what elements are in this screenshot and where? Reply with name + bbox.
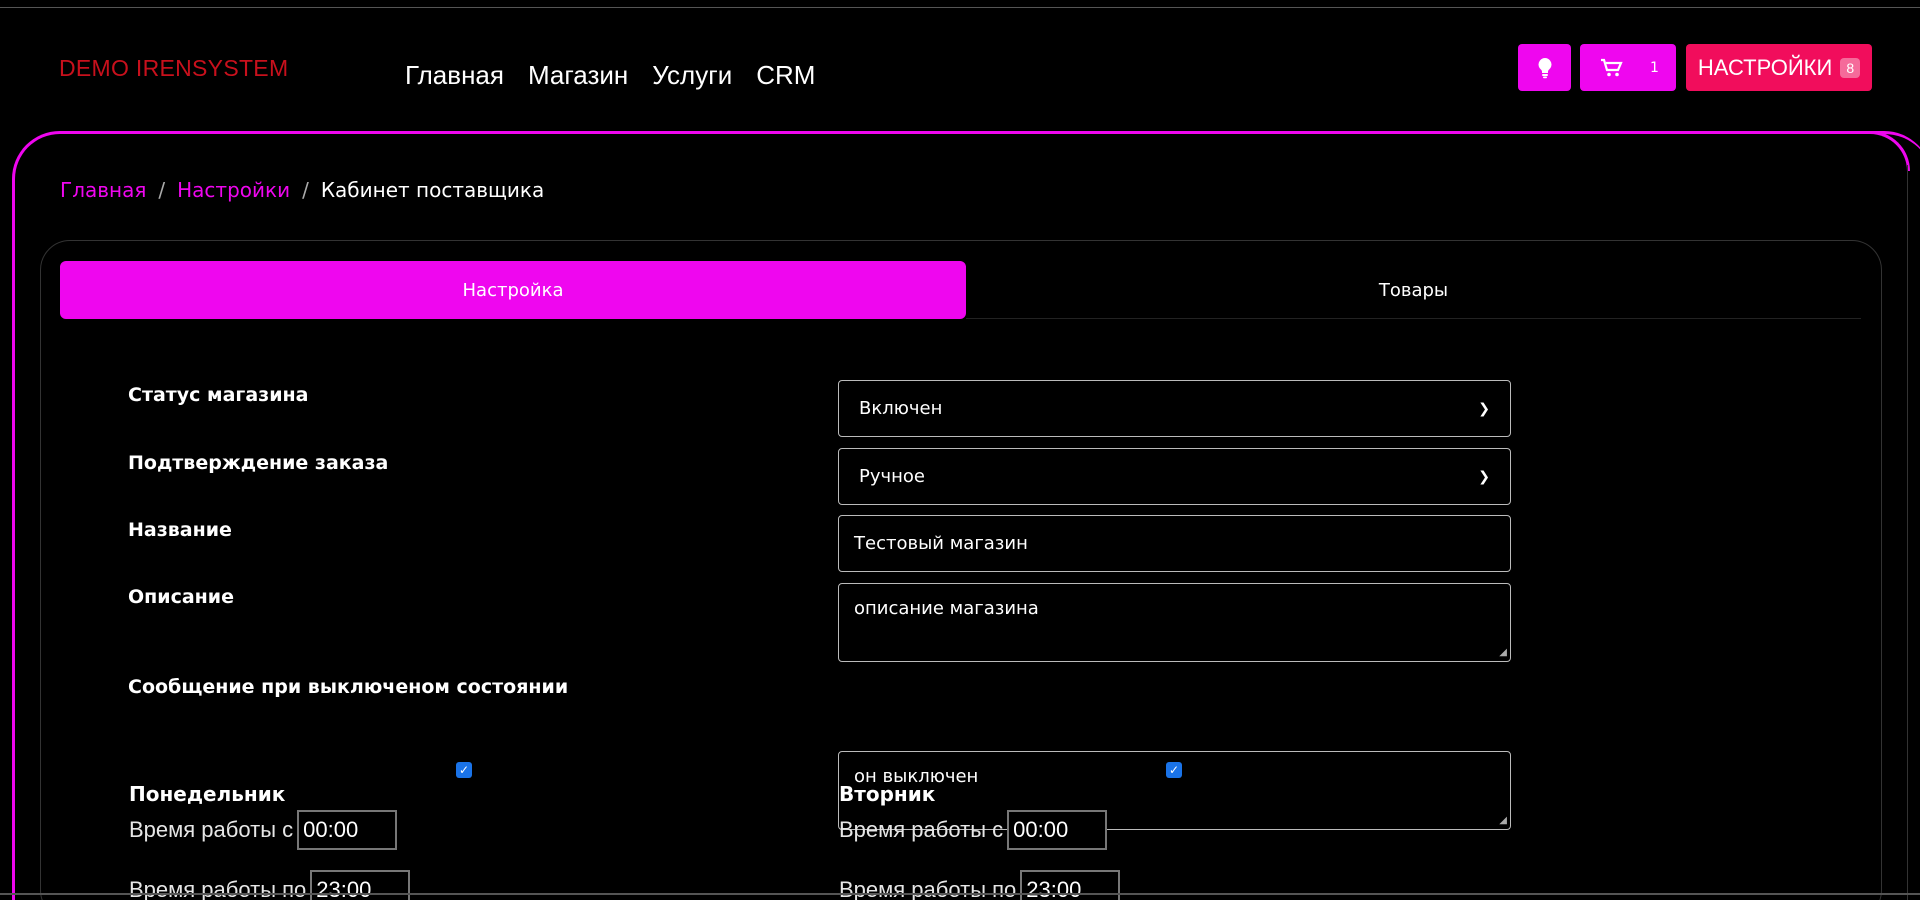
tuesday-to-row: Время работы по 23:00 <box>839 870 1121 900</box>
monday-from-label: Время работы с <box>129 817 294 842</box>
name-label: Название <box>128 519 232 541</box>
cart-icon <box>1601 58 1623 76</box>
tab-settings[interactable]: Настройка <box>60 261 966 319</box>
confirm-select-value: Ручное <box>859 466 925 487</box>
cart-count: 1 <box>1650 59 1659 76</box>
breadcrumb: Главная / Настройки / Кабинет поставщика <box>60 178 544 202</box>
header: DEMO IRENSYSTEM Главная Магазин Услуги C… <box>0 0 1920 120</box>
breadcrumb-separator: / <box>158 178 166 202</box>
tuesday-from-row: Время работы с 00:00 <box>839 810 1108 850</box>
tuesday-checkbox[interactable]: ✓ <box>1166 762 1182 778</box>
settings-badge: 8 <box>1840 57 1861 78</box>
nav-item-shop[interactable]: Магазин <box>528 60 628 91</box>
lightbulb-icon <box>1538 57 1551 78</box>
tuesday-from-label: Время работы с <box>839 817 1004 842</box>
monday-label: Понедельник <box>129 782 286 806</box>
resize-grip-icon[interactable]: ◢ <box>1499 816 1507 826</box>
main-nav: Главная Магазин Услуги CRM <box>405 60 815 91</box>
nav-item-crm[interactable]: CRM <box>756 60 815 91</box>
off-message-label: Сообщение при выключеном состоянии <box>128 676 569 698</box>
chevron-down-icon: ❯ <box>1478 468 1490 485</box>
confirm-select[interactable]: Ручное ❯ <box>838 448 1511 505</box>
brand-logo[interactable]: DEMO IRENSYSTEM <box>59 55 288 82</box>
breadcrumb-settings[interactable]: Настройки <box>177 178 290 202</box>
status-label: Статус магазина <box>128 384 309 406</box>
nav-item-home[interactable]: Главная <box>405 60 504 91</box>
settings-button-label: НАСТРОЙКИ <box>1697 54 1833 80</box>
monday-to-label: Время работы по <box>129 877 307 900</box>
confirm-label: Подтверждение заказа <box>128 452 389 474</box>
tuesday-from-input[interactable]: 00:00 <box>1007 810 1108 850</box>
monday-checkbox[interactable]: ✓ <box>456 762 472 778</box>
chevron-down-icon: ❯ <box>1478 400 1490 417</box>
description-label: Описание <box>128 586 235 608</box>
content-panel-edge <box>1907 165 1908 900</box>
breadcrumb-home[interactable]: Главная <box>60 178 146 202</box>
tab-goods[interactable]: Товары <box>966 261 1861 319</box>
resize-grip-icon[interactable]: ◢ <box>1499 648 1507 658</box>
monday-to-row: Время работы по 23:00 <box>129 870 411 900</box>
breadcrumb-separator: / <box>302 178 309 202</box>
status-select-value: Включен <box>859 398 943 419</box>
name-input[interactable]: Тестовый магазин <box>838 515 1511 572</box>
description-value: описание магазина <box>854 598 1039 619</box>
monday-from-row: Время работы с 00:00 <box>129 810 398 850</box>
tuesday-label: Вторник <box>839 782 936 806</box>
description-textarea[interactable]: описание магазина ◢ <box>838 583 1511 662</box>
bottom-divider <box>0 893 1920 895</box>
tuesday-to-input[interactable]: 23:00 <box>1020 870 1121 900</box>
nav-item-services[interactable]: Услуги <box>652 60 732 91</box>
tab-divider <box>966 318 1861 319</box>
status-select[interactable]: Включен ❯ <box>838 380 1511 437</box>
lightbulb-button[interactable] <box>1518 44 1571 91</box>
monday-from-input[interactable]: 00:00 <box>297 810 398 850</box>
cart-button[interactable]: 1 <box>1580 44 1676 91</box>
tuesday-to-label: Время работы по <box>839 877 1017 900</box>
monday-to-input[interactable]: 23:00 <box>310 870 411 900</box>
settings-button[interactable]: НАСТРОЙКИ 8 <box>1686 44 1872 91</box>
breadcrumb-current: Кабинет поставщика <box>320 178 545 202</box>
